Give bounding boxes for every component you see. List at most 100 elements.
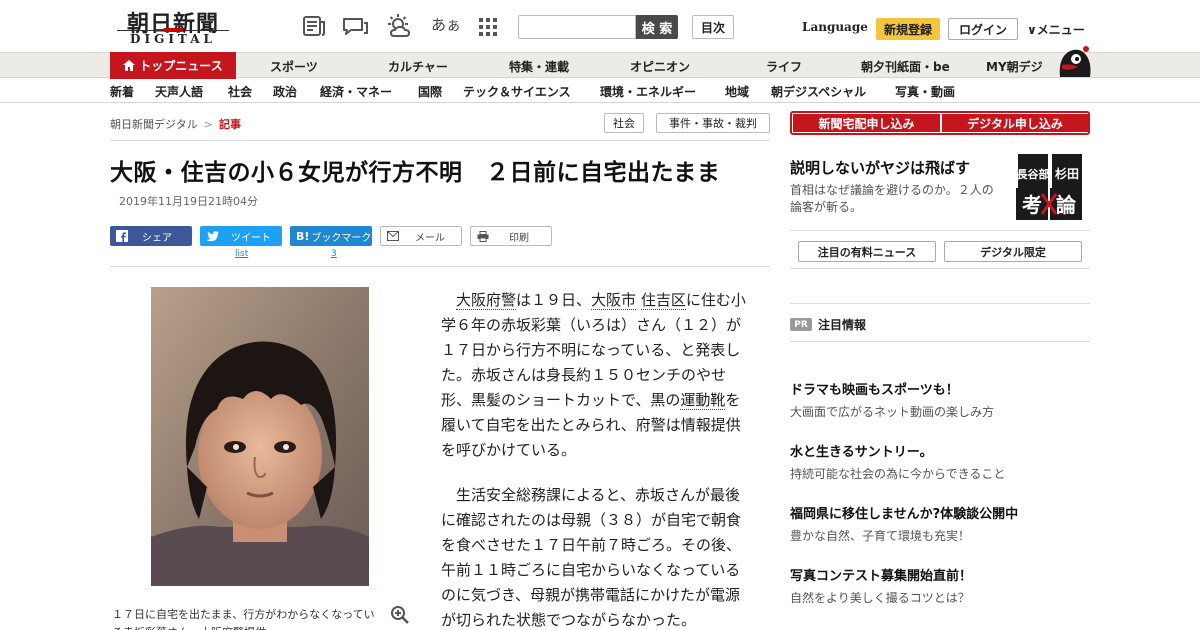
weather-icon[interactable]	[386, 14, 412, 38]
logo-rule	[117, 28, 229, 32]
sub-nav-environment[interactable]: 環境・エネルギー	[600, 83, 696, 100]
twitter-icon	[206, 230, 219, 241]
pr-item-description: 大画面で広がるネット動画の楽しみ方	[790, 405, 995, 419]
pr-badge: PR	[790, 318, 812, 331]
sub-nav-world[interactable]: 国際	[418, 83, 442, 100]
page-title: 大阪・住吉の小６女児が行方不明 ２日前に自宅出たまま	[110, 160, 721, 186]
home-icon	[123, 60, 136, 71]
pr-item-title: 水と生きるサントリー。	[790, 445, 933, 460]
hatena-bookmark-label: ブックマーク	[311, 232, 372, 244]
article-body: 大阪府警は１９日、大阪市 住吉区に住む小学６年の赤坂彩葉（いろは）さん（１２）が…	[441, 288, 747, 630]
pr-item-title: 写真コンテスト募集開始直前！	[790, 569, 973, 584]
nav-item-culture[interactable]: カルチャー	[388, 58, 448, 75]
mascot-icon[interactable]	[1056, 43, 1092, 79]
divider	[110, 140, 770, 141]
sub-nav-region[interactable]: 地域	[725, 83, 749, 100]
nav-item-features[interactable]: 特集・連載	[509, 58, 569, 75]
breadcrumb-separator: >	[203, 118, 213, 131]
pr-item[interactable]: 水と生きるサントリー。 持続可能な社会の為に今からできること	[790, 441, 1090, 482]
opinion-description: 首相はなぜ議論を避けるのか。２人の論客が斬る。	[790, 183, 994, 214]
pr-item[interactable]: 写真コンテスト募集開始直前！ 自然をより美しく撮るコツとは？	[790, 565, 1090, 606]
tag-incident[interactable]: 事件・事故・裁判	[656, 113, 770, 133]
facebook-share-label: シェア	[142, 232, 172, 244]
photo-caption: １７日に自宅を出たまま、行方がわからなくなっている赤坂彩葉さん＝大阪府警提供	[112, 608, 375, 630]
pr-item-description: 豊かな自然、子育て環境も充実！	[790, 529, 971, 543]
mail-icon	[387, 231, 399, 241]
pr-item-description: 自然をより美しく撮るコツとは？	[790, 591, 970, 605]
chat-icon[interactable]	[342, 14, 368, 38]
keyword-link[interactable]: 住吉区	[640, 291, 686, 310]
logo-subtitle: DIGITAL	[130, 32, 216, 46]
keyword-link[interactable]: 運動靴	[680, 391, 726, 410]
print-label: 印刷	[509, 232, 529, 244]
breadcrumb-current: 記事	[219, 118, 241, 131]
sub-nav: 新着 天声人語 社会 政治 経済・マネー 国際 テック＆サイエンス 環境・エネル…	[0, 79, 1200, 103]
nav-item-opinion[interactable]: オピニオン	[630, 58, 690, 75]
nav-item-life[interactable]: ライフ	[766, 58, 802, 75]
toc-button[interactable]: 目次	[692, 15, 734, 39]
pr-section-title: 注目情報	[818, 318, 867, 332]
print-button[interactable]: 印刷	[470, 226, 552, 246]
badge-name-1: 長谷部	[1017, 167, 1050, 181]
digital-apply-button[interactable]: デジタル申し込み	[942, 114, 1088, 132]
nav-item-my-asahi[interactable]: MY朝デジ	[986, 58, 1043, 75]
sub-nav-society[interactable]: 社会	[228, 83, 252, 100]
breadcrumb-home[interactable]: 朝日新聞デジタル	[110, 118, 198, 131]
nav-item-paper[interactable]: 朝夕刊紙面・be	[861, 58, 950, 75]
keyword-link[interactable]: 大阪府警	[456, 291, 517, 310]
apply-box: 新聞宅配申し込み デジタル申し込み	[790, 111, 1090, 135]
tab-digital-only[interactable]: デジタル限定	[944, 241, 1082, 262]
hatena-bookmark-button[interactable]: B! ブックマーク	[290, 226, 372, 246]
sub-nav-tech[interactable]: テック＆サイエンス	[463, 83, 571, 100]
sub-nav-economy[interactable]: 経済・マネー	[320, 83, 392, 100]
nav-item-sports[interactable]: スポーツ	[270, 58, 318, 75]
opinion-badge-logo[interactable]: 長谷部 杉田 考 論	[1012, 152, 1086, 222]
search-input[interactable]	[518, 15, 636, 39]
login-button[interactable]: ログイン	[948, 18, 1018, 40]
text-run: は１９日、	[516, 291, 592, 309]
register-button[interactable]: 新規登録	[876, 18, 940, 40]
sub-nav-latest[interactable]: 新着	[110, 83, 134, 100]
breadcrumb: 朝日新聞デジタル > 記事	[110, 116, 241, 132]
sub-nav-photo[interactable]: 写真・動画	[895, 83, 955, 100]
keyword-link[interactable]: 大阪市	[591, 291, 637, 310]
grid-icon[interactable]	[477, 14, 499, 38]
tab-paid-news[interactable]: 注目の有料ニュース	[798, 241, 936, 262]
mail-button[interactable]: メール	[380, 226, 462, 246]
twitter-count[interactable]: list	[235, 249, 248, 259]
nav-item-label: トップニュース	[139, 59, 223, 73]
badge-char-2: 論	[1056, 193, 1077, 217]
divider	[790, 230, 1090, 231]
paper-icon[interactable]	[301, 14, 327, 38]
twitter-share-label: ツイート	[231, 232, 271, 244]
newspaper-apply-button[interactable]: 新聞宅配申し込み	[793, 114, 940, 132]
menu-button[interactable]: ∨メニュー	[1027, 21, 1085, 38]
divider	[110, 266, 770, 267]
main-nav: トップニュース スポーツ カルチャー 特集・連載 オピニオン ライフ 朝夕刊紙面…	[0, 52, 1200, 79]
mail-label: メール	[415, 232, 445, 244]
badge-name-2: 杉田	[1055, 166, 1079, 181]
opinion-title[interactable]: 説明しないがヤジは飛ばす	[790, 157, 970, 178]
pr-item-title: ドラマも映画もスポーツも！	[790, 383, 959, 398]
article-paragraph: 生活安全総務課によると、赤坂さんが最後に確認されたのは母親（３８）が自宅で朝食を…	[441, 486, 742, 629]
print-icon	[477, 230, 489, 242]
article-photo[interactable]	[151, 287, 369, 586]
sub-nav-special[interactable]: 朝デジスペシャル	[771, 83, 866, 100]
pr-item[interactable]: ドラマも映画もスポーツも！ 大画面で広がるネット動画の楽しみ方	[790, 379, 1090, 420]
site-header: 朝日新聞 DIGITAL あぁ 検 索 目次 Language 新規登録 ログイ…	[0, 0, 1200, 52]
tag-society[interactable]: 社会	[604, 113, 644, 133]
hatena-count[interactable]: 3	[331, 249, 337, 259]
font-size-icon[interactable]: あぁ	[431, 14, 461, 35]
search-button[interactable]: 検 索	[636, 15, 678, 39]
article-date: 2019年11月19日21時04分	[119, 195, 258, 208]
pr-item[interactable]: 福岡県に移住しませんか?体験談公開中 豊かな自然、子育て環境も充実！	[790, 503, 1090, 544]
twitter-share-button[interactable]: ツイート	[200, 226, 282, 246]
nav-item-top-news[interactable]: トップニュース	[110, 52, 236, 79]
sub-nav-tensei[interactable]: 天声人語	[155, 83, 203, 100]
language-link[interactable]: Language	[802, 20, 868, 34]
divider	[790, 341, 1090, 342]
zoom-icon[interactable]	[390, 605, 410, 625]
sub-nav-politics[interactable]: 政治	[273, 83, 297, 100]
portrait-image	[151, 287, 369, 586]
facebook-share-button[interactable]: シェア	[110, 226, 192, 246]
